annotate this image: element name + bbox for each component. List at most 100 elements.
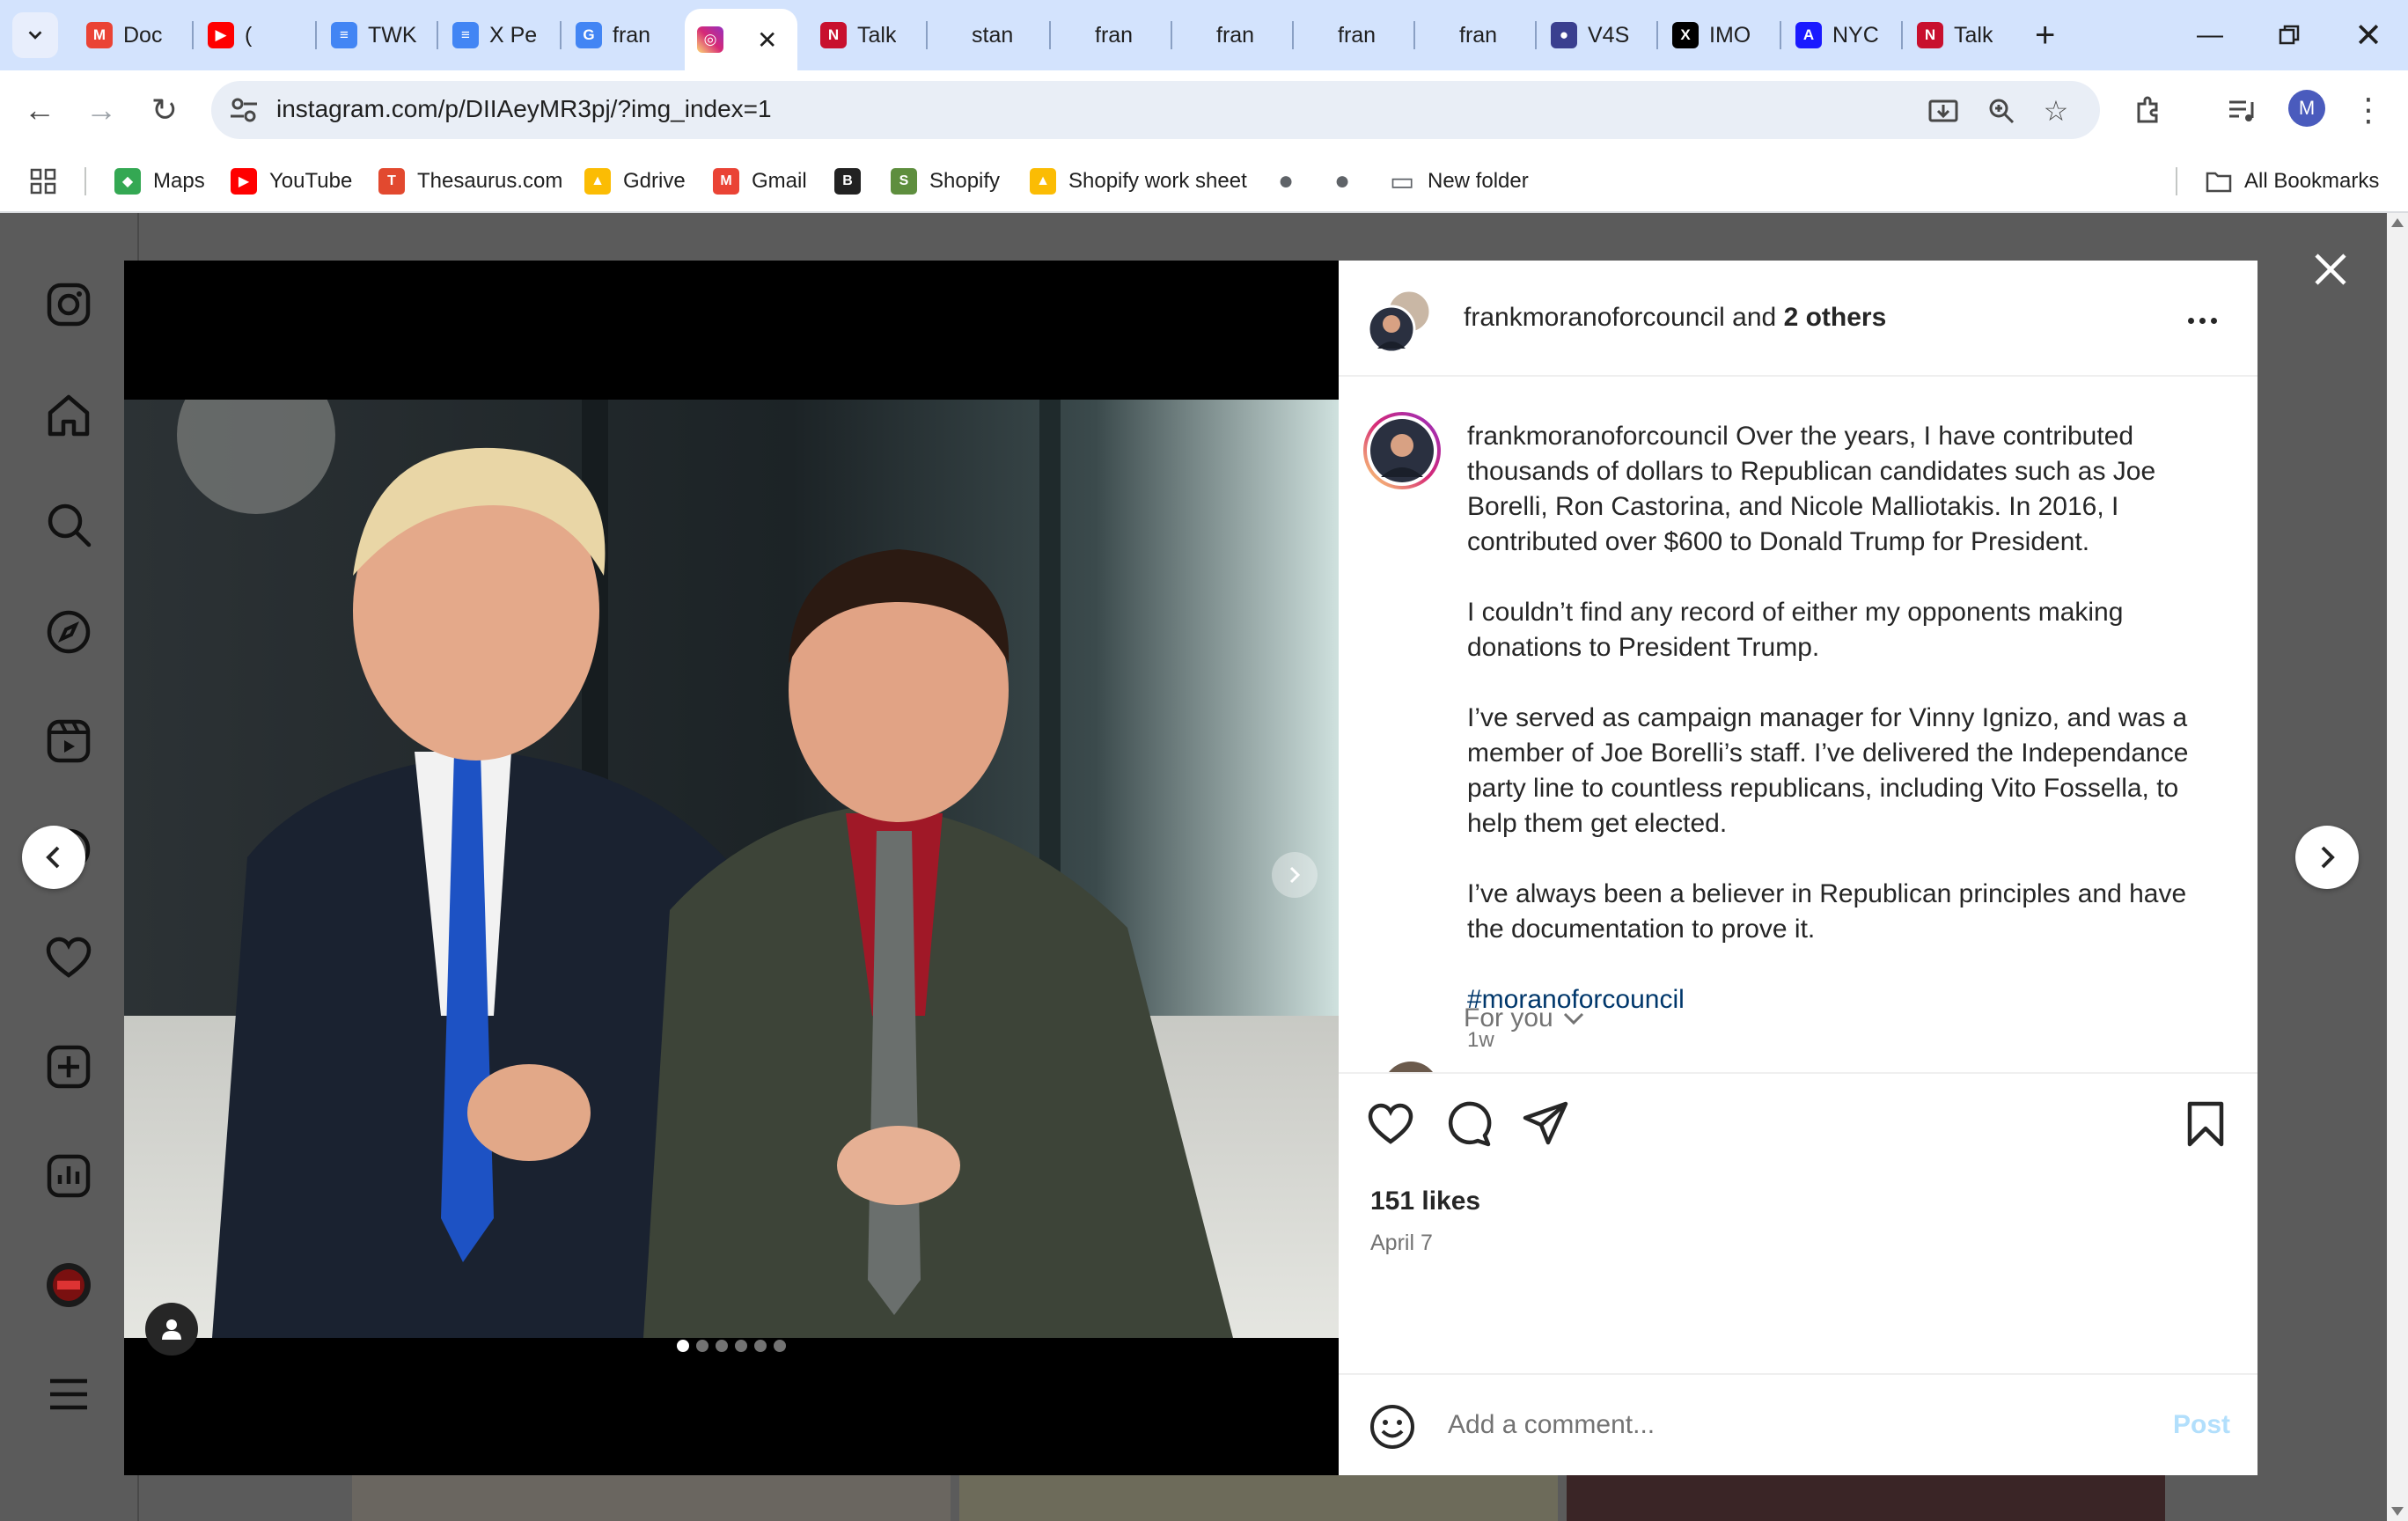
share-send-icon[interactable]	[1522, 1100, 1569, 1148]
browser-tab[interactable]: fran	[1296, 12, 1410, 58]
tab-title: IMO	[1709, 22, 1751, 48]
explore-icon[interactable]	[40, 604, 97, 660]
profile-avatar-icon[interactable]	[40, 1257, 97, 1313]
for-you-dropdown[interactable]: For you	[1464, 1003, 1585, 1033]
browser-tab[interactable]: N Talk	[808, 12, 922, 58]
emoji-icon[interactable]	[1369, 1403, 1416, 1451]
carousel-dot	[696, 1340, 708, 1352]
browser-tab[interactable]: ≡ X Pe	[440, 12, 554, 58]
like-heart-icon[interactable]	[1367, 1100, 1414, 1148]
author-avatars[interactable]	[1367, 287, 1434, 354]
zoom-icon[interactable]	[1984, 93, 2019, 129]
header-username[interactable]: frankmoranoforcouncil	[1464, 303, 1725, 332]
carousel-dot	[716, 1340, 728, 1352]
new-tab-button[interactable]: +	[2028, 12, 2081, 58]
comment-bubble-icon[interactable]	[1444, 1100, 1492, 1148]
reels-icon[interactable]	[40, 713, 97, 769]
bookmark-star-icon[interactable]: ☆	[2038, 93, 2074, 129]
nypost-icon: N	[1917, 22, 1943, 48]
bookmark-item[interactable]: M Gmail	[713, 164, 807, 199]
bookmark-item[interactable]: T Thesaurus.com	[378, 164, 562, 199]
tab-separator	[1780, 21, 1781, 49]
more-menu-icon[interactable]	[40, 1366, 97, 1422]
carousel-dot	[677, 1340, 689, 1352]
browser-tab[interactable]: ▶(	[195, 12, 310, 58]
tab-title: (	[245, 22, 253, 48]
browser-tab[interactable]: fran	[1053, 12, 1167, 58]
forward-icon[interactable]: →	[79, 88, 123, 132]
post-comment-button[interactable]: Post	[2173, 1410, 2230, 1440]
maps-icon: ◆	[114, 168, 141, 195]
bookmark-item[interactable]: ◆ Maps	[114, 164, 205, 199]
likes-count[interactable]: 151 likes	[1370, 1187, 1480, 1216]
page-scrollbar[interactable]	[2387, 213, 2408, 1521]
tab-search-chevron-icon[interactable]	[12, 12, 58, 58]
browser-tab[interactable]: fran	[1417, 12, 1531, 58]
caption-author-avatar[interactable]	[1363, 412, 1441, 489]
reload-icon[interactable]: ↻	[143, 88, 187, 132]
tab-title: fran	[1216, 22, 1255, 48]
extensions-icon[interactable]	[2128, 90, 2169, 130]
aol-icon: A	[1795, 22, 1822, 48]
browser-tab[interactable]: ≡ TWK	[319, 12, 433, 58]
create-plus-icon[interactable]	[40, 1039, 97, 1095]
bookmark-item[interactable]: S Shopify	[891, 164, 1000, 199]
previous-post-arrow[interactable]	[22, 826, 85, 889]
instagram-logo-icon[interactable]	[40, 276, 97, 333]
bookmark-item[interactable]: ●	[1329, 164, 1368, 199]
caption-scroll-area[interactable]: frankmoranoforcouncil Over the years, I …	[1339, 377, 2258, 1072]
tab-title: TWK	[368, 22, 417, 48]
minimize-icon[interactable]: —	[2170, 0, 2250, 70]
install-app-icon[interactable]	[1926, 93, 1961, 129]
bookmark-item[interactable]: ●	[1273, 164, 1311, 199]
browser-tab[interactable]: stan	[929, 12, 1044, 58]
tab-separator	[1901, 21, 1903, 49]
all-bookmarks[interactable]: All Bookmarks	[2206, 164, 2379, 199]
next-post-arrow[interactable]	[2295, 826, 2359, 889]
bookmark-item[interactable]: ▲ Shopify work sheet	[1030, 164, 1247, 199]
notifications-heart-icon[interactable]	[40, 930, 97, 986]
tab-separator	[1656, 21, 1658, 49]
carousel-next-inner-icon[interactable]	[1272, 852, 1318, 898]
bookmark-item[interactable]: ▲ Gdrive	[584, 164, 686, 199]
dashboard-chart-icon[interactable]	[40, 1148, 97, 1204]
browser-tab[interactable]: ◎ ✕	[685, 9, 797, 70]
tab-separator	[1171, 21, 1172, 49]
tab-title: Talk	[1954, 22, 1993, 48]
tab-separator	[1049, 21, 1051, 49]
tab-separator	[1413, 21, 1415, 49]
tab-title: fran	[1338, 22, 1377, 48]
search-icon[interactable]	[40, 496, 97, 553]
restore-icon[interactable]	[2250, 0, 2329, 70]
more-options-icon[interactable]	[2180, 303, 2224, 338]
address-bar[interactable]: instagram.com/p/DIIAeyMR3pj/?img_index=1…	[211, 81, 2100, 139]
browser-tab[interactable]: Gfran	[563, 12, 678, 58]
browser-tab[interactable]: A NYC	[1783, 12, 1898, 58]
back-icon[interactable]: ←	[18, 88, 62, 132]
browser-tab[interactable]: M Doc	[74, 12, 188, 58]
menu-kebab-icon[interactable]: ⋮	[2348, 90, 2389, 130]
apps-grid-icon[interactable]	[30, 164, 56, 199]
site-info-icon[interactable]	[229, 95, 259, 125]
browser-tab[interactable]: fran	[1174, 12, 1288, 58]
bookmark-item[interactable]: ▭ New folder	[1389, 164, 1529, 199]
browser-tab[interactable]: ● V4S	[1538, 12, 1653, 58]
tagged-people-icon[interactable]	[145, 1303, 198, 1356]
browser-tab[interactable]: N Talk	[1905, 12, 2019, 58]
save-bookmark-icon[interactable]	[2185, 1100, 2226, 1148]
caption-username[interactable]: frankmoranoforcouncil	[1467, 422, 1729, 451]
close-tab-icon[interactable]: ✕	[757, 26, 777, 55]
media-controls-icon[interactable]	[2221, 90, 2262, 130]
bookmark-item[interactable]: ▶ YouTube	[231, 164, 352, 199]
home-icon[interactable]	[40, 387, 97, 444]
close-modal-icon[interactable]	[2306, 245, 2355, 294]
browser-tab[interactable]: X IMO	[1660, 12, 1774, 58]
comment-input[interactable]: Add a comment...	[1448, 1410, 2064, 1440]
bookmark-item[interactable]: B	[834, 164, 873, 199]
close-window-icon[interactable]: ✕	[2329, 0, 2408, 70]
profile-avatar[interactable]: M	[2288, 90, 2325, 127]
header-others[interactable]: 2 others	[1784, 303, 1887, 332]
post-media[interactable]	[124, 261, 1339, 1475]
post-photo	[124, 400, 1339, 1338]
url-text[interactable]: instagram.com/p/DIIAeyMR3pj/?img_index=1	[276, 95, 772, 123]
